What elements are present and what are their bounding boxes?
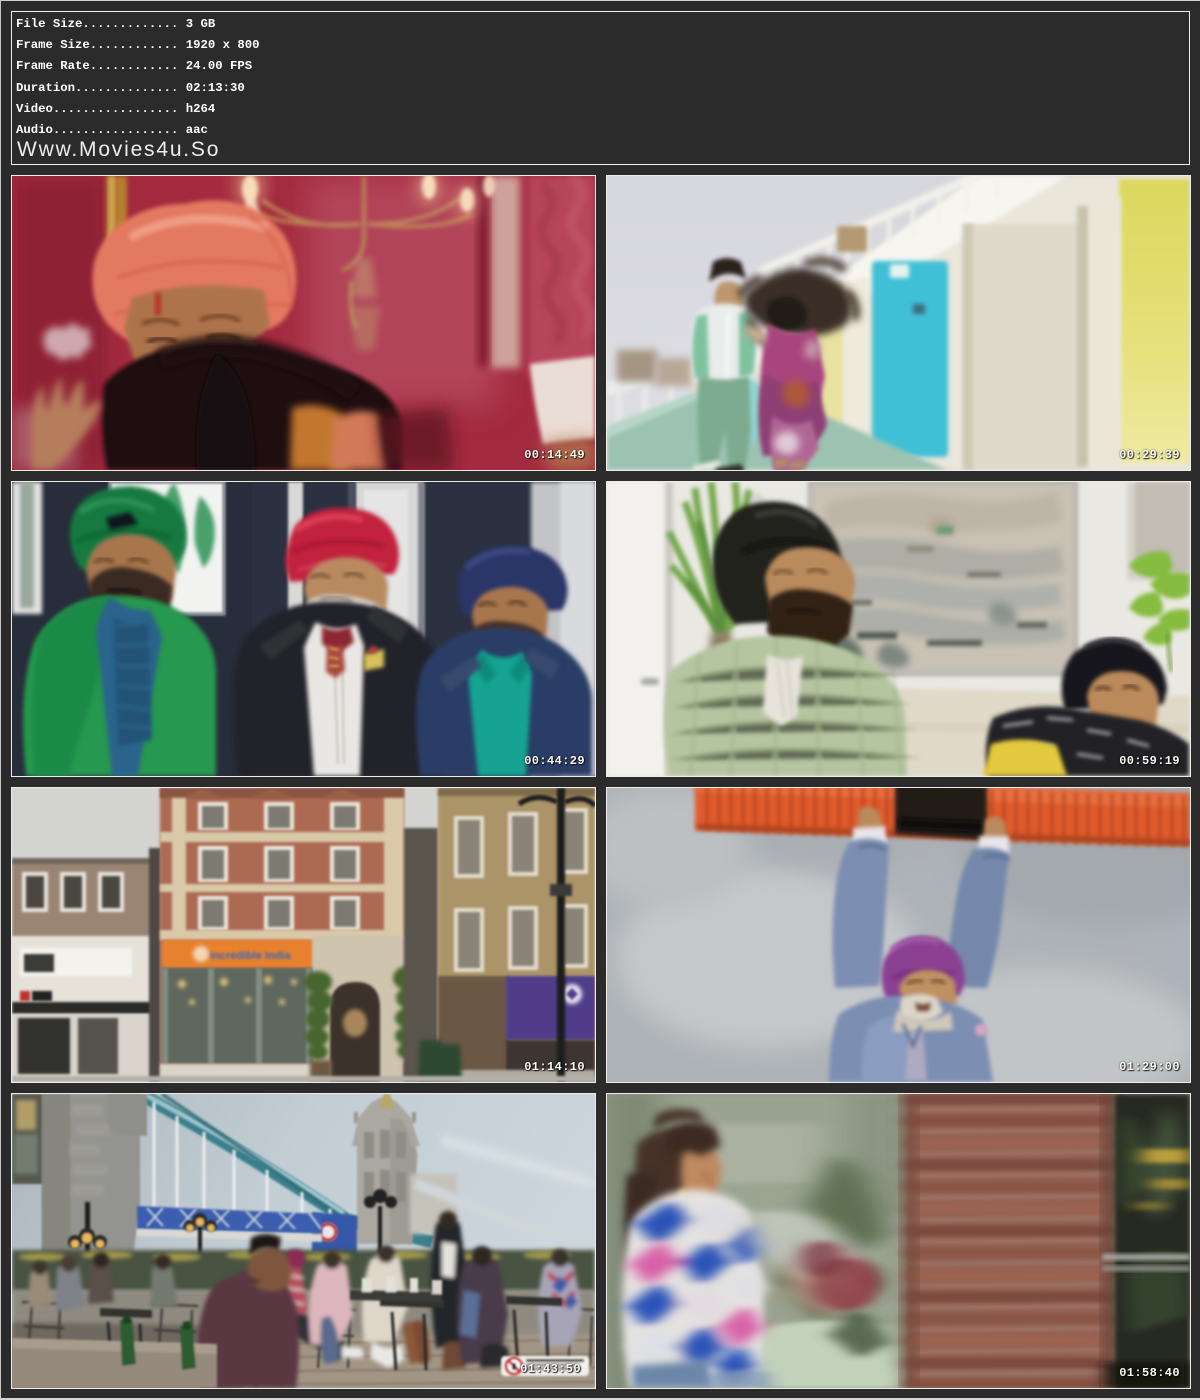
svg-text:Incredible India: Incredible India <box>210 950 292 962</box>
